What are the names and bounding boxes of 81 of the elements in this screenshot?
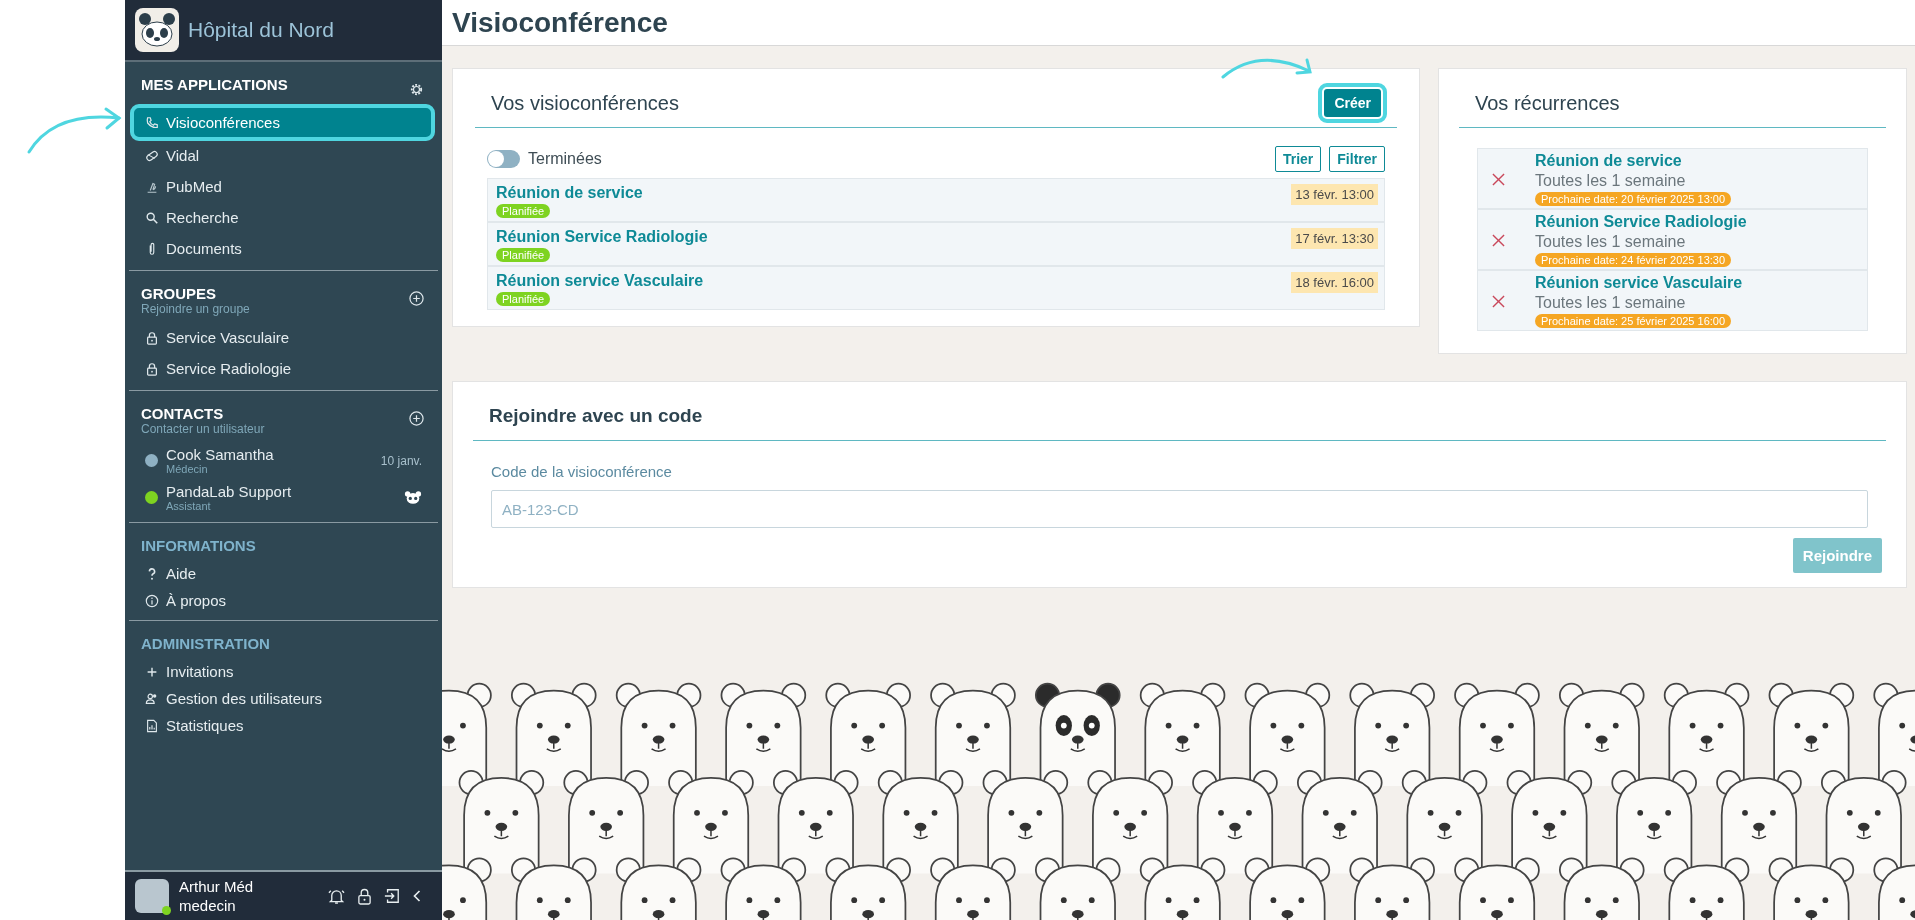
contact-item[interactable]: PandaLab Support Assistant [129,479,438,516]
meeting-date: 13 févr. 13:00 [1291,184,1378,205]
lock-icon[interactable] [357,887,372,905]
toggle-switch[interactable] [487,150,520,168]
bell-icon[interactable] [328,887,345,905]
section-heading: ADMINISTRATION [141,635,270,652]
contact-role: Assistant [166,500,212,512]
card-title: Vos récurrences [1475,91,1620,115]
logout-icon[interactable] [384,888,400,904]
nav-item[interactable]: Documents [129,233,438,264]
nav-item[interactable]: À propos [129,587,438,614]
outline-button[interactable]: Filtrer [1329,146,1385,172]
contact-item[interactable]: Cook Samantha Médecin 10 janv. [129,442,438,479]
recurrence-frequency: Toutes les 1 semaine [1535,294,1686,312]
info-icon [145,593,159,608]
nav-item[interactable]: Aide [129,560,438,587]
user-name: Arthur Méd [179,877,255,896]
report-icon [145,718,159,733]
delete-icon[interactable] [1492,233,1505,247]
recurrence-title[interactable]: Réunion de service [1535,152,1682,170]
nav-item[interactable]: PubMed [129,171,438,202]
chevron-left-icon[interactable] [412,888,422,904]
search-icon [145,210,159,225]
nav-item[interactable]: Visioconférences [133,107,432,138]
contact-role: Médecin [166,463,209,475]
contact-name: PandaLab Support [166,483,293,500]
panda-logo-icon [135,8,179,52]
recurrence-title[interactable]: Réunion service Vasculaire [1535,274,1743,292]
page-title: Visioconférence [452,6,668,39]
pill-icon [145,148,159,163]
meeting-row[interactable]: Réunion service Vasculaire Planifiée 18 févr. 16:00 [488,267,1384,309]
section-heading: GROUPES [141,285,217,302]
status-badge: Planifiée [496,248,551,262]
meeting-title: Réunion de service [496,184,643,202]
lock-icon [145,361,159,376]
phone-icon [145,115,159,130]
meeting-row[interactable]: Réunion de service Planifiée 13 févr. 13:00 [488,179,1384,223]
meeting-title: Réunion service Vasculaire [496,272,704,290]
nav-item[interactable]: Gestion des utilisateurs [129,685,438,712]
next-date-badge: Prochaine date: 20 février 2025 13:00 [1535,192,1732,206]
meeting-title: Réunion Service Radiologie [496,228,708,246]
online-dot [162,906,171,915]
panda-icon [404,490,422,505]
recurrence-title[interactable]: Réunion Service Radiologie [1535,213,1747,231]
nav-item[interactable]: Recherche [129,202,438,233]
nav-item[interactable]: Statistiques [129,712,438,739]
outline-button[interactable]: Trier [1274,146,1322,172]
status-badge: Planifiée [496,292,551,306]
section-link[interactable]: Rejoindre un groupe [141,302,250,316]
field-label: Code de la visioconférence [491,463,673,480]
card-title: Rejoindre avec un code [489,405,703,427]
add-circle-icon[interactable] [409,291,424,306]
next-date-badge: Prochaine date: 25 février 2025 16:00 [1535,314,1732,328]
contact-name: Cook Samantha [166,446,275,463]
delete-icon[interactable] [1492,294,1505,308]
nav-item[interactable]: Vidal [129,140,438,171]
delete-icon[interactable] [1492,172,1505,186]
code-input-field[interactable]: AB-123-CD [491,490,1868,528]
nav-item[interactable]: Service Radiologie [129,353,438,384]
toggle-label: Terminées [528,150,602,168]
settings-icon[interactable] [409,82,424,97]
contact-date: 10 janv. [380,453,422,468]
nav-item[interactable]: Service Vasculaire [129,322,438,353]
section-link[interactable]: Contacter un utilisateur [141,422,265,436]
meeting-row[interactable]: Réunion Service Radiologie Planifiée 17 févr. 13:30 [488,223,1384,267]
user-role: medecin [179,896,237,915]
section-heading: INFORMATIONS [141,537,256,554]
card-title: Vos visioconférences [491,91,679,115]
recurrence-frequency: Toutes les 1 semaine [1535,172,1686,190]
next-date-badge: Prochaine date: 24 février 2025 13:30 [1535,253,1732,267]
meeting-date: 17 févr. 13:30 [1291,228,1378,249]
nav-item[interactable]: Invitations [129,658,438,685]
status-badge: Planifiée [496,204,551,218]
section-heading: MES APPLICATIONS [141,76,288,93]
recurrence-frequency: Toutes les 1 semaine [1535,233,1686,251]
lock-icon [145,330,159,345]
section-heading: CONTACTS [141,405,225,422]
app-title: Hôpital du Nord [188,18,334,42]
add-circle-icon[interactable] [409,411,424,426]
meeting-date: 18 févr. 16:00 [1291,272,1378,293]
users-icon [145,691,159,706]
